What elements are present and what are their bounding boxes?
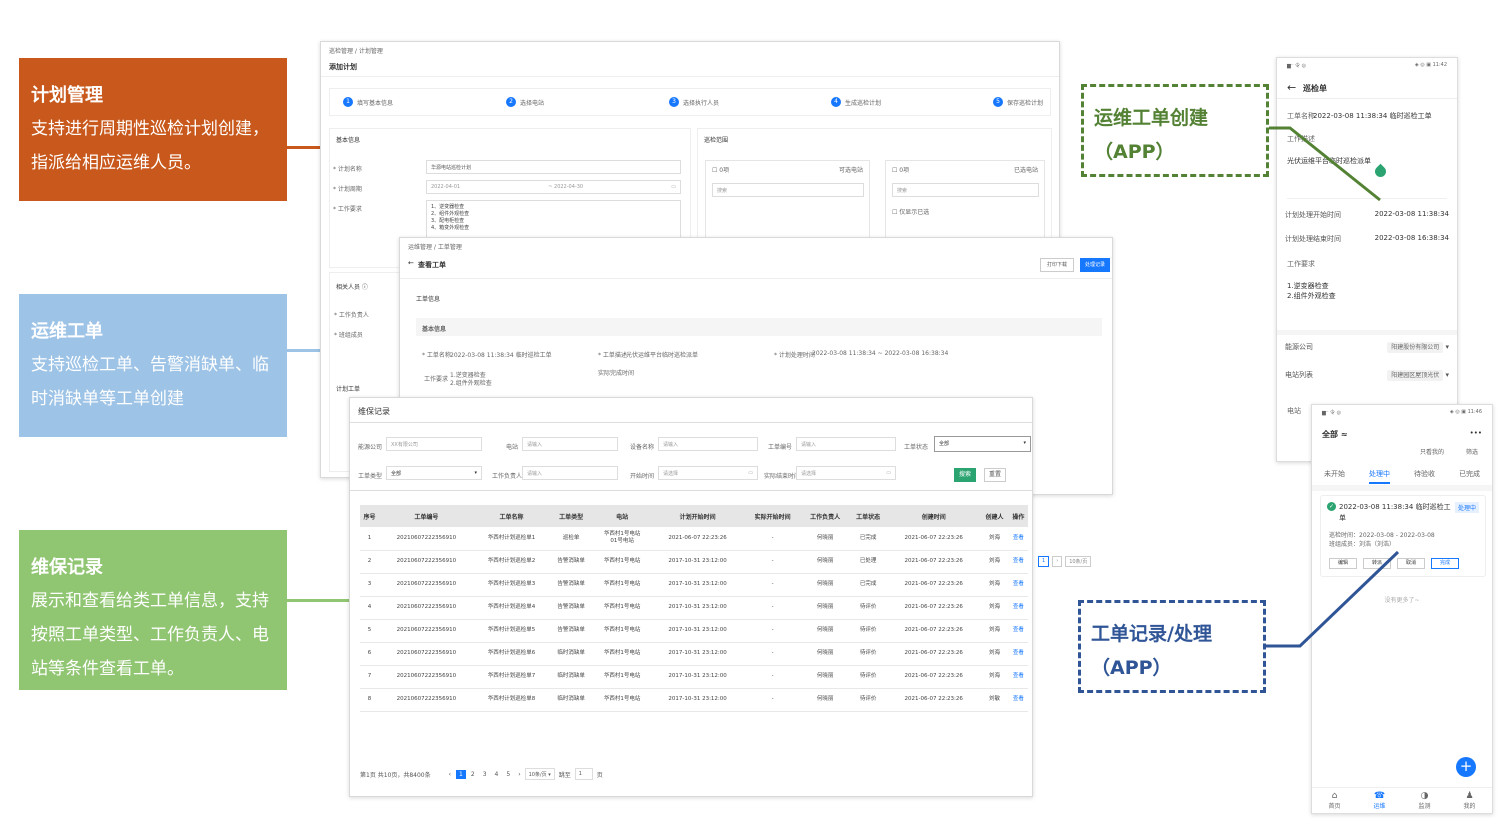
app-connectors: [1266, 126, 1400, 648]
green-connector: [1269, 126, 1381, 202]
blue-connector: [1266, 550, 1400, 648]
